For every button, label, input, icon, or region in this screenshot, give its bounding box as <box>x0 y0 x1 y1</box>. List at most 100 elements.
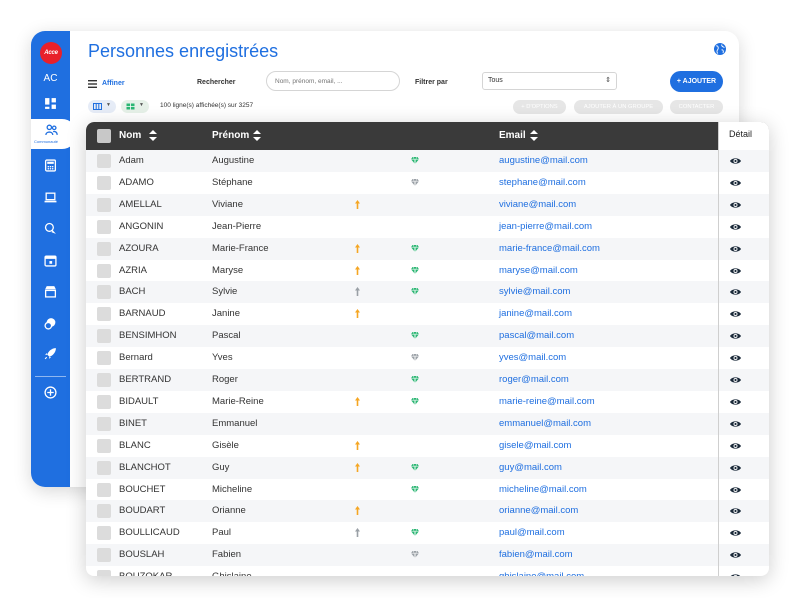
row-checkbox[interactable] <box>97 416 111 431</box>
row-checkbox[interactable] <box>97 351 111 366</box>
table-row[interactable]: Bernard Yves yves@mail.com <box>86 347 769 369</box>
row-checkbox[interactable] <box>97 482 111 497</box>
table-row[interactable]: BARNAUD Janine janine@mail.com <box>86 303 769 325</box>
cell-email[interactable]: marie-france@mail.com <box>499 243 600 254</box>
add-button[interactable]: + AJOUTER <box>670 71 723 92</box>
cell-email[interactable]: pascal@mail.com <box>499 330 574 341</box>
column-header-nom[interactable]: Nom <box>119 130 141 141</box>
cell-email[interactable]: jean-pierre@mail.com <box>499 221 592 232</box>
row-checkbox[interactable] <box>97 570 111 576</box>
table-row[interactable]: BOUCHET Micheline micheline@mail.com <box>86 479 769 501</box>
table-row[interactable]: Adam Augustine augustine@mail.com <box>86 150 769 172</box>
globe-icon[interactable] <box>713 42 727 56</box>
cell-email[interactable]: gisele@mail.com <box>499 440 571 451</box>
select-all-checkbox[interactable] <box>97 129 111 143</box>
row-checkbox[interactable] <box>97 438 111 453</box>
eye-icon[interactable] <box>730 201 741 209</box>
cell-email[interactable]: fabien@mail.com <box>499 549 573 560</box>
filter-select[interactable]: Tous ⇕ <box>482 72 617 90</box>
calendar-icon[interactable] <box>44 254 57 267</box>
row-checkbox[interactable] <box>97 394 111 409</box>
table-row[interactable]: BIDAULT Marie-Reine marie-reine@mail.com <box>86 391 769 413</box>
cell-email[interactable]: ghislaine@mail.com <box>499 571 584 576</box>
brand-logo[interactable]: Acce <box>40 42 62 64</box>
more-options-button[interactable]: + D'OPTIONS <box>513 100 566 114</box>
cell-email[interactable]: janine@mail.com <box>499 308 572 319</box>
row-checkbox[interactable] <box>97 154 111 168</box>
row-checkbox[interactable] <box>97 263 111 278</box>
column-header-prenom[interactable]: Prénom <box>212 130 249 141</box>
cell-email[interactable]: guy@mail.com <box>499 462 562 473</box>
table-row[interactable]: ANGONIN Jean-Pierre jean-pierre@mail.com <box>86 216 769 238</box>
table-row[interactable]: BOULLICAUD Paul paul@mail.com <box>86 522 769 544</box>
table-row[interactable]: BACH Sylvie sylvie@mail.com <box>86 281 769 304</box>
table-row[interactable]: BOUDART Orianne orianne@mail.com <box>86 500 769 523</box>
add-circle-icon[interactable] <box>44 386 57 399</box>
sort-icon[interactable] <box>253 130 261 141</box>
column-view-toggle[interactable]: ▼ <box>88 100 116 113</box>
eye-icon[interactable] <box>730 420 741 428</box>
sidebar-item-communaute[interactable]: Communauté <box>31 119 77 149</box>
eye-icon[interactable] <box>730 507 741 515</box>
table-row[interactable]: AMELLAL Viviane viviane@mail.com <box>86 193 769 216</box>
eye-icon[interactable] <box>730 179 741 187</box>
row-checkbox[interactable] <box>97 197 111 212</box>
table-row[interactable]: BINET Emmanuel emmanuel@mail.com <box>86 412 769 435</box>
dashboard-icon[interactable] <box>44 97 57 110</box>
cell-email[interactable]: micheline@mail.com <box>499 484 587 495</box>
filter-menu-icon[interactable] <box>88 80 97 88</box>
column-header-email[interactable]: Email <box>499 130 526 141</box>
eye-icon[interactable] <box>730 223 741 231</box>
row-checkbox[interactable] <box>97 241 111 256</box>
eye-icon[interactable] <box>730 398 741 406</box>
table-row[interactable]: AZRIA Maryse maryse@mail.com <box>86 260 769 282</box>
cell-email[interactable]: emmanuel@mail.com <box>499 418 591 429</box>
table-row[interactable]: ADAMO Stéphane stephane@mail.com <box>86 172 769 194</box>
eye-icon[interactable] <box>730 529 741 537</box>
table-row[interactable]: BLANC Gisèle gisele@mail.com <box>86 435 769 457</box>
calculator-icon[interactable] <box>44 159 57 172</box>
eye-icon[interactable] <box>730 486 741 494</box>
table-row[interactable]: BLANCHOT Guy guy@mail.com <box>86 456 769 479</box>
table-row[interactable]: BOUZOKAR Ghislaine ghislaine@mail.com <box>86 566 769 576</box>
store-icon[interactable] <box>44 285 57 298</box>
table-row[interactable]: BOUSLAH Fabien fabien@mail.com <box>86 544 769 567</box>
eye-icon[interactable] <box>730 573 741 576</box>
cell-email[interactable]: viviane@mail.com <box>499 199 576 210</box>
eye-icon[interactable] <box>730 376 741 384</box>
eye-icon[interactable] <box>730 464 741 472</box>
chat-icon[interactable] <box>44 222 57 235</box>
cell-email[interactable]: sylvie@mail.com <box>499 286 570 297</box>
eye-icon[interactable] <box>730 354 741 362</box>
laptop-icon[interactable] <box>44 191 57 204</box>
cell-email[interactable]: marie-reine@mail.com <box>499 396 595 407</box>
cell-email[interactable]: roger@mail.com <box>499 374 569 385</box>
eye-icon[interactable] <box>730 310 741 318</box>
row-checkbox[interactable] <box>97 219 111 234</box>
affiner-link[interactable]: Affiner <box>102 80 125 87</box>
row-checkbox[interactable] <box>97 526 111 541</box>
cell-email[interactable]: maryse@mail.com <box>499 265 578 276</box>
cell-email[interactable]: paul@mail.com <box>499 527 565 538</box>
row-checkbox[interactable] <box>97 373 111 387</box>
cell-email[interactable]: yves@mail.com <box>499 352 566 363</box>
contact-button[interactable]: CONTACTER <box>670 100 723 114</box>
eye-icon[interactable] <box>730 267 741 275</box>
search-input[interactable] <box>266 71 400 91</box>
eye-icon[interactable] <box>730 288 741 296</box>
sort-icon[interactable] <box>149 130 157 141</box>
user-initials[interactable]: AC <box>31 73 70 84</box>
sort-icon[interactable] <box>530 130 538 141</box>
row-checkbox[interactable] <box>97 504 111 519</box>
add-to-group-button[interactable]: AJOUTER À UN GROUPE <box>574 100 663 114</box>
cell-email[interactable]: orianne@mail.com <box>499 505 578 516</box>
table-row[interactable]: BENSIMHON Pascal pascal@mail.com <box>86 325 769 348</box>
row-checkbox[interactable] <box>97 285 111 300</box>
row-checkbox[interactable] <box>97 329 111 344</box>
coins-icon[interactable] <box>44 317 57 330</box>
eye-icon[interactable] <box>730 332 741 340</box>
cell-email[interactable]: stephane@mail.com <box>499 177 586 188</box>
row-checkbox[interactable] <box>97 175 111 190</box>
table-row[interactable]: BERTRAND Roger roger@mail.com <box>86 369 769 391</box>
rocket-icon[interactable] <box>44 347 57 360</box>
